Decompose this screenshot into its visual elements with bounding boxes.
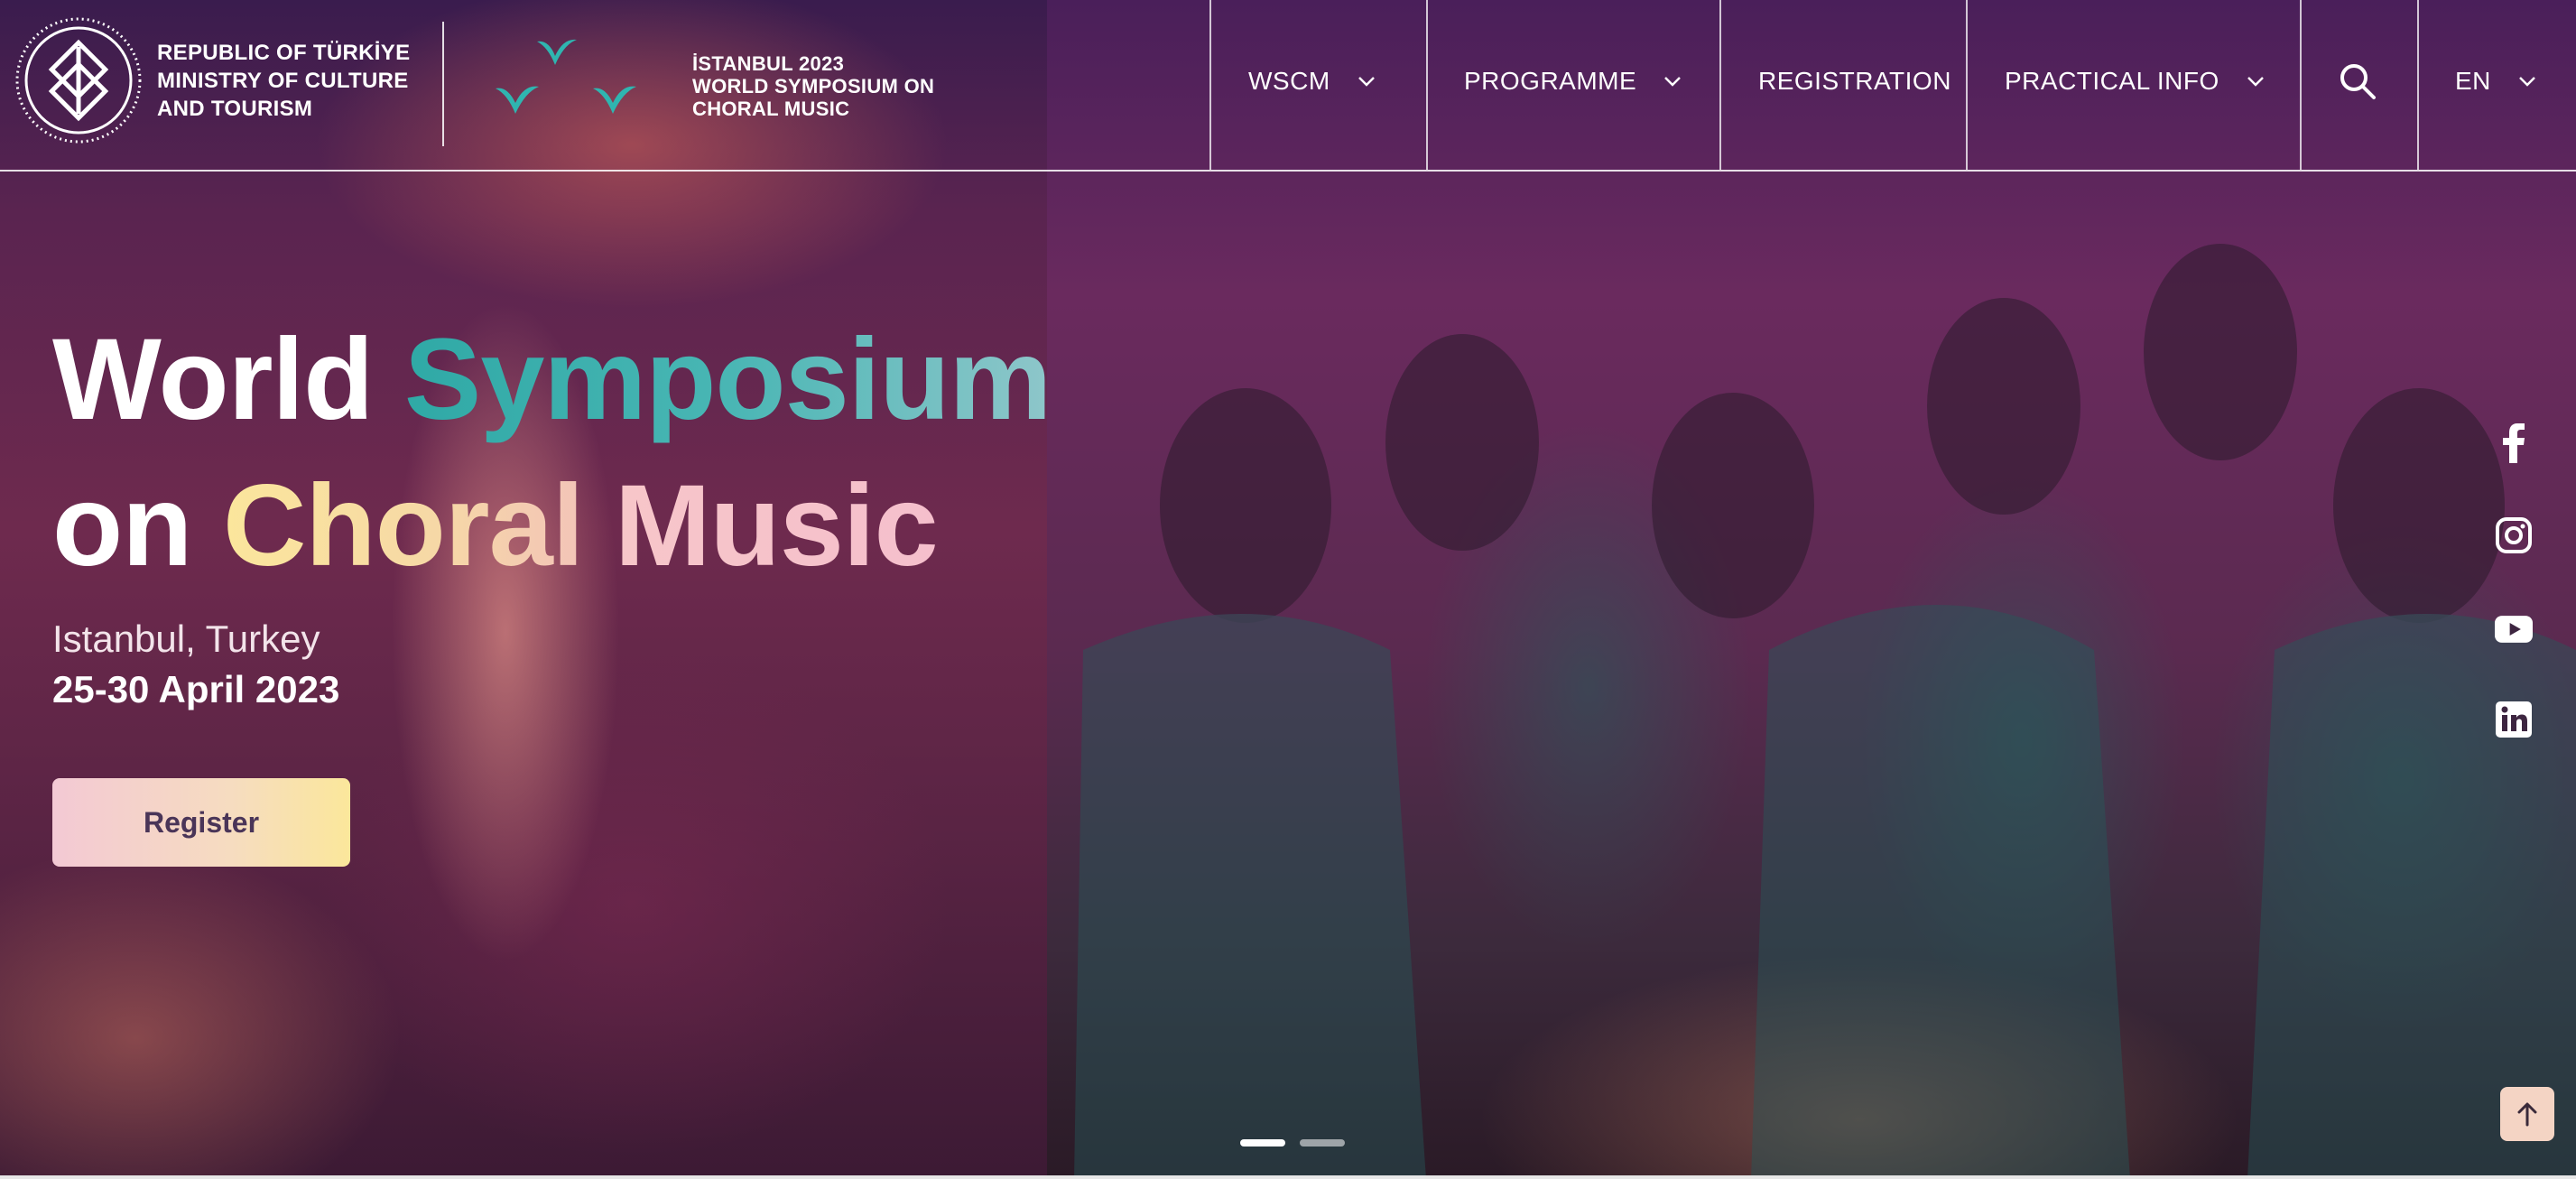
- title-word: on: [52, 461, 192, 590]
- ministry-brand[interactable]: REPUBLIC OF TÜRKİYE MINISTRY OF CULTURE …: [14, 16, 410, 144]
- language-selector[interactable]: EN: [2455, 63, 2536, 99]
- title-word: World: [52, 315, 374, 444]
- hero-background-choir: [1047, 0, 2576, 1179]
- site-header: REPUBLIC OF TÜRKİYE MINISTRY OF CULTURE …: [0, 0, 2576, 172]
- title-word-highlight: Symposium: [403, 315, 1052, 444]
- arrow-up-icon: [2517, 1102, 2537, 1127]
- nav-item-programme[interactable]: PROGRAMME: [1464, 63, 1682, 99]
- chevron-down-icon: [1357, 77, 1375, 87]
- linkedin-icon[interactable]: [2495, 701, 2533, 738]
- header-divider: [442, 22, 444, 146]
- chevron-down-icon: [1664, 77, 1682, 87]
- nav-item-registration[interactable]: REGISTRATION: [1758, 63, 1951, 99]
- event-name[interactable]: İSTANBUL 2023 WORLD SYMPOSIUM ON CHORAL …: [692, 52, 934, 120]
- nav-divider: [1966, 0, 1968, 170]
- search-icon[interactable]: [2338, 61, 2377, 101]
- nav-divider: [1209, 0, 1211, 170]
- title-word-highlight: Music: [614, 461, 939, 590]
- register-button[interactable]: Register: [52, 778, 350, 867]
- chevron-down-icon: [2247, 77, 2264, 87]
- event-location: Istanbul, Turkey: [52, 617, 320, 660]
- ministry-name: REPUBLIC OF TÜRKİYE MINISTRY OF CULTURE …: [157, 40, 411, 121]
- back-to-top-button[interactable]: [2500, 1087, 2554, 1141]
- youtube-icon[interactable]: [2495, 610, 2533, 648]
- birds-logo-icon[interactable]: [492, 29, 654, 119]
- chevron-down-icon: [2519, 77, 2535, 87]
- facebook-icon[interactable]: [2495, 423, 2533, 463]
- event-dates: 25-30 April 2023: [52, 668, 340, 710]
- ministry-emblem-icon: [15, 17, 142, 144]
- nav-item-wscm[interactable]: WSCM: [1248, 63, 1376, 99]
- nav-item-practical-info[interactable]: PRACTICAL INFO: [2005, 63, 2265, 99]
- slider-dot-active[interactable]: [1240, 1139, 1285, 1147]
- instagram-icon[interactable]: [2495, 516, 2533, 554]
- hero-title: World Symposium on Choral Music: [52, 307, 1052, 599]
- nav-divider: [1719, 0, 1721, 170]
- nav-divider: [2417, 0, 2419, 170]
- page-bottom-border: [0, 1175, 2576, 1179]
- title-word-highlight: Choral: [222, 461, 584, 590]
- nav-divider: [1426, 0, 1428, 170]
- nav-divider: [2300, 0, 2302, 170]
- slider-dot[interactable]: [1300, 1139, 1345, 1147]
